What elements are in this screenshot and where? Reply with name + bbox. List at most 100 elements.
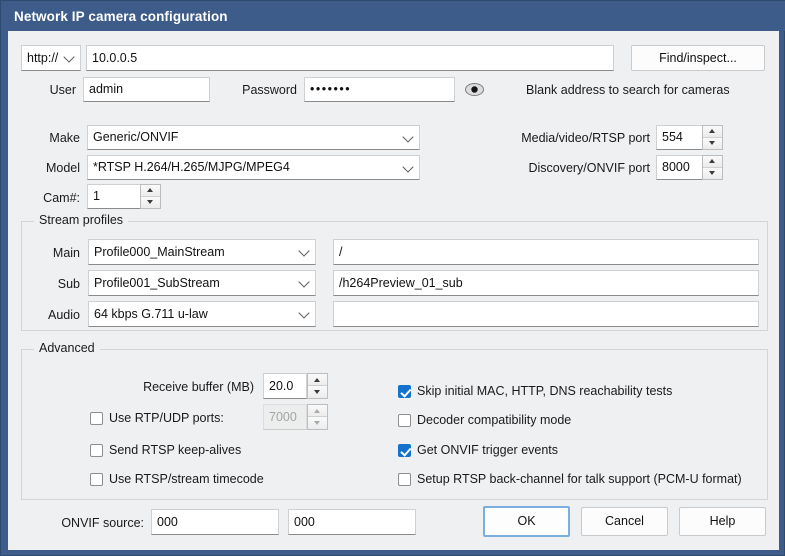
stream-audio-label: Audio — [48, 308, 80, 322]
media-port-input[interactable]: 554 — [656, 125, 706, 150]
discovery-port-label: Discovery/ONVIF port — [528, 161, 650, 175]
checkbox-box-icon — [398, 473, 411, 486]
onvif-source-label: ONVIF source: — [61, 516, 144, 530]
media-port-spinner[interactable] — [702, 125, 723, 150]
stream-audio-profile-value: 64 kbps G.711 u-law — [94, 306, 208, 321]
rtp-udp-port-spinner[interactable] — [307, 404, 328, 430]
stream-sub-path-input[interactable]: /h264Preview_01_sub — [333, 270, 759, 296]
spinner-down-arrow-icon[interactable] — [308, 386, 327, 398]
rtsp-back-channel-label: Setup RTSP back-channel for talk support… — [417, 472, 742, 487]
cancel-button[interactable]: Cancel — [581, 507, 668, 536]
address-input-value: 10.0.0.5 — [92, 50, 138, 65]
onvif-trigger-events-label: Get ONVIF trigger events — [417, 443, 559, 458]
cam-number-value: 1 — [93, 189, 100, 204]
stream-audio-profile-select[interactable]: 64 kbps G.711 u-law — [88, 301, 316, 327]
use-rtp-udp-ports-label: Use RTP/UDP ports: — [109, 411, 224, 426]
use-rtp-udp-ports-checkbox[interactable]: Use RTP/UDP ports: — [90, 412, 224, 425]
skip-initial-tests-checkbox[interactable]: Skip initial MAC, HTTP, DNS reachability… — [398, 385, 672, 398]
address-input[interactable]: 10.0.0.5 — [86, 45, 614, 71]
media-port-label: Media/video/RTSP port — [521, 131, 650, 145]
checkbox-box-icon — [90, 473, 103, 486]
stream-profiles-title: Stream profiles — [34, 214, 129, 227]
make-select-value: Generic/ONVIF — [93, 130, 179, 145]
find-inspect-button[interactable]: Find/inspect... — [631, 45, 765, 71]
spinner-down-arrow-icon[interactable] — [141, 196, 160, 208]
discovery-port-spinner[interactable] — [702, 155, 723, 180]
rtsp-back-channel-checkbox[interactable]: Setup RTSP back-channel for talk support… — [398, 473, 742, 486]
eye-icon-svg — [465, 83, 484, 96]
find-inspect-label: Find/inspect... — [659, 50, 737, 65]
chevron-down-icon — [402, 160, 414, 173]
user-input[interactable]: admin — [83, 77, 210, 102]
cam-number-label: Cam#: — [43, 191, 80, 205]
eye-icon[interactable] — [465, 83, 484, 96]
stream-sub-profile-select[interactable]: Profile001_SubStream — [88, 270, 316, 296]
advanced-title: Advanced — [34, 342, 100, 355]
discovery-port-value: 8000 — [662, 160, 690, 175]
protocol-select[interactable]: http:// — [21, 45, 81, 71]
stream-audio-path-input[interactable] — [333, 301, 759, 327]
ok-button[interactable]: OK — [483, 506, 570, 537]
model-select-value: *RTSP H.264/H.265/MJPG/MPEG4 — [93, 160, 290, 175]
spinner-down-arrow-icon[interactable] — [703, 167, 722, 179]
spinner-down-arrow-icon[interactable] — [703, 137, 722, 149]
stream-main-path-value: / — [339, 244, 343, 259]
checkbox-box-icon — [90, 444, 103, 457]
stream-main-profile-value: Profile000_MainStream — [94, 244, 225, 259]
title-bar: Network IP camera configuration — [1, 1, 785, 31]
cam-number-spinner[interactable] — [140, 184, 161, 209]
password-label: Password — [242, 83, 297, 97]
password-input[interactable]: ••••••• — [304, 77, 455, 102]
send-rtsp-keepalives-label: Send RTSP keep-alives — [109, 443, 242, 458]
rtp-udp-port-value: 7000 — [269, 409, 297, 424]
spinner-up-arrow-icon[interactable] — [308, 374, 327, 386]
spinner-up-arrow-icon[interactable] — [703, 156, 722, 168]
cam-number-input[interactable]: 1 — [87, 184, 148, 209]
media-port-value: 554 — [662, 130, 683, 145]
onvif-source-input-1[interactable]: 000 — [151, 509, 279, 535]
chevron-down-icon — [298, 276, 310, 288]
rtp-udp-port-input[interactable]: 7000 — [263, 404, 307, 430]
advanced-group: Advanced Receive buffer (MB) 20.0 Use RT… — [21, 342, 768, 500]
decoder-compatibility-checkbox[interactable]: Decoder compatibility mode — [398, 414, 571, 427]
make-select[interactable]: Generic/ONVIF — [87, 125, 420, 150]
receive-buffer-value: 20.0 — [269, 378, 294, 393]
search-hint-text: Blank address to search for cameras — [526, 83, 730, 97]
checkbox-box-icon — [90, 412, 103, 425]
stream-main-path-input[interactable]: / — [333, 239, 759, 265]
spinner-up-arrow-icon[interactable] — [141, 185, 160, 197]
dialog-window: Network IP camera configuration http:// … — [0, 0, 785, 556]
model-label: Model — [45, 161, 80, 175]
receive-buffer-label: Receive buffer (MB) — [143, 380, 254, 394]
help-button-label: Help — [709, 514, 736, 529]
onvif-trigger-events-checkbox[interactable]: Get ONVIF trigger events — [398, 444, 558, 457]
stream-profiles-group: Stream profiles Main Profile000_MainStre… — [21, 214, 768, 331]
skip-initial-tests-label: Skip initial MAC, HTTP, DNS reachability… — [417, 384, 673, 399]
spinner-down-arrow-icon[interactable] — [308, 417, 327, 429]
onvif-source-value-1: 000 — [157, 514, 178, 529]
window-title: Network IP camera configuration — [14, 8, 228, 24]
receive-buffer-input[interactable]: 20.0 — [263, 373, 307, 399]
checkbox-box-icon — [398, 385, 411, 398]
discovery-port-input[interactable]: 8000 — [656, 155, 706, 180]
chevron-down-icon — [63, 51, 75, 63]
user-label: User — [49, 83, 76, 97]
spinner-up-arrow-icon[interactable] — [703, 126, 722, 138]
chevron-down-icon — [402, 130, 414, 143]
stream-main-profile-select[interactable]: Profile000_MainStream — [88, 239, 316, 265]
ok-button-label: OK — [517, 514, 536, 529]
help-button[interactable]: Help — [679, 507, 766, 536]
onvif-source-input-2[interactable]: 000 — [288, 509, 416, 535]
onvif-source-value-2: 000 — [294, 514, 315, 529]
use-rtsp-timecode-checkbox[interactable]: Use RTSP/stream timecode — [90, 473, 264, 486]
password-input-value: ••••••• — [310, 82, 352, 97]
make-label: Make — [49, 131, 80, 145]
cancel-button-label: Cancel — [605, 514, 644, 529]
receive-buffer-spinner[interactable] — [307, 373, 328, 399]
model-select[interactable]: *RTSP H.264/H.265/MJPG/MPEG4 — [87, 155, 420, 180]
user-input-value: admin — [89, 82, 124, 97]
spinner-up-arrow-icon[interactable] — [308, 405, 327, 417]
send-rtsp-keepalives-checkbox[interactable]: Send RTSP keep-alives — [90, 444, 241, 457]
protocol-select-value: http:// — [27, 50, 59, 65]
stream-sub-label: Sub — [57, 277, 80, 291]
